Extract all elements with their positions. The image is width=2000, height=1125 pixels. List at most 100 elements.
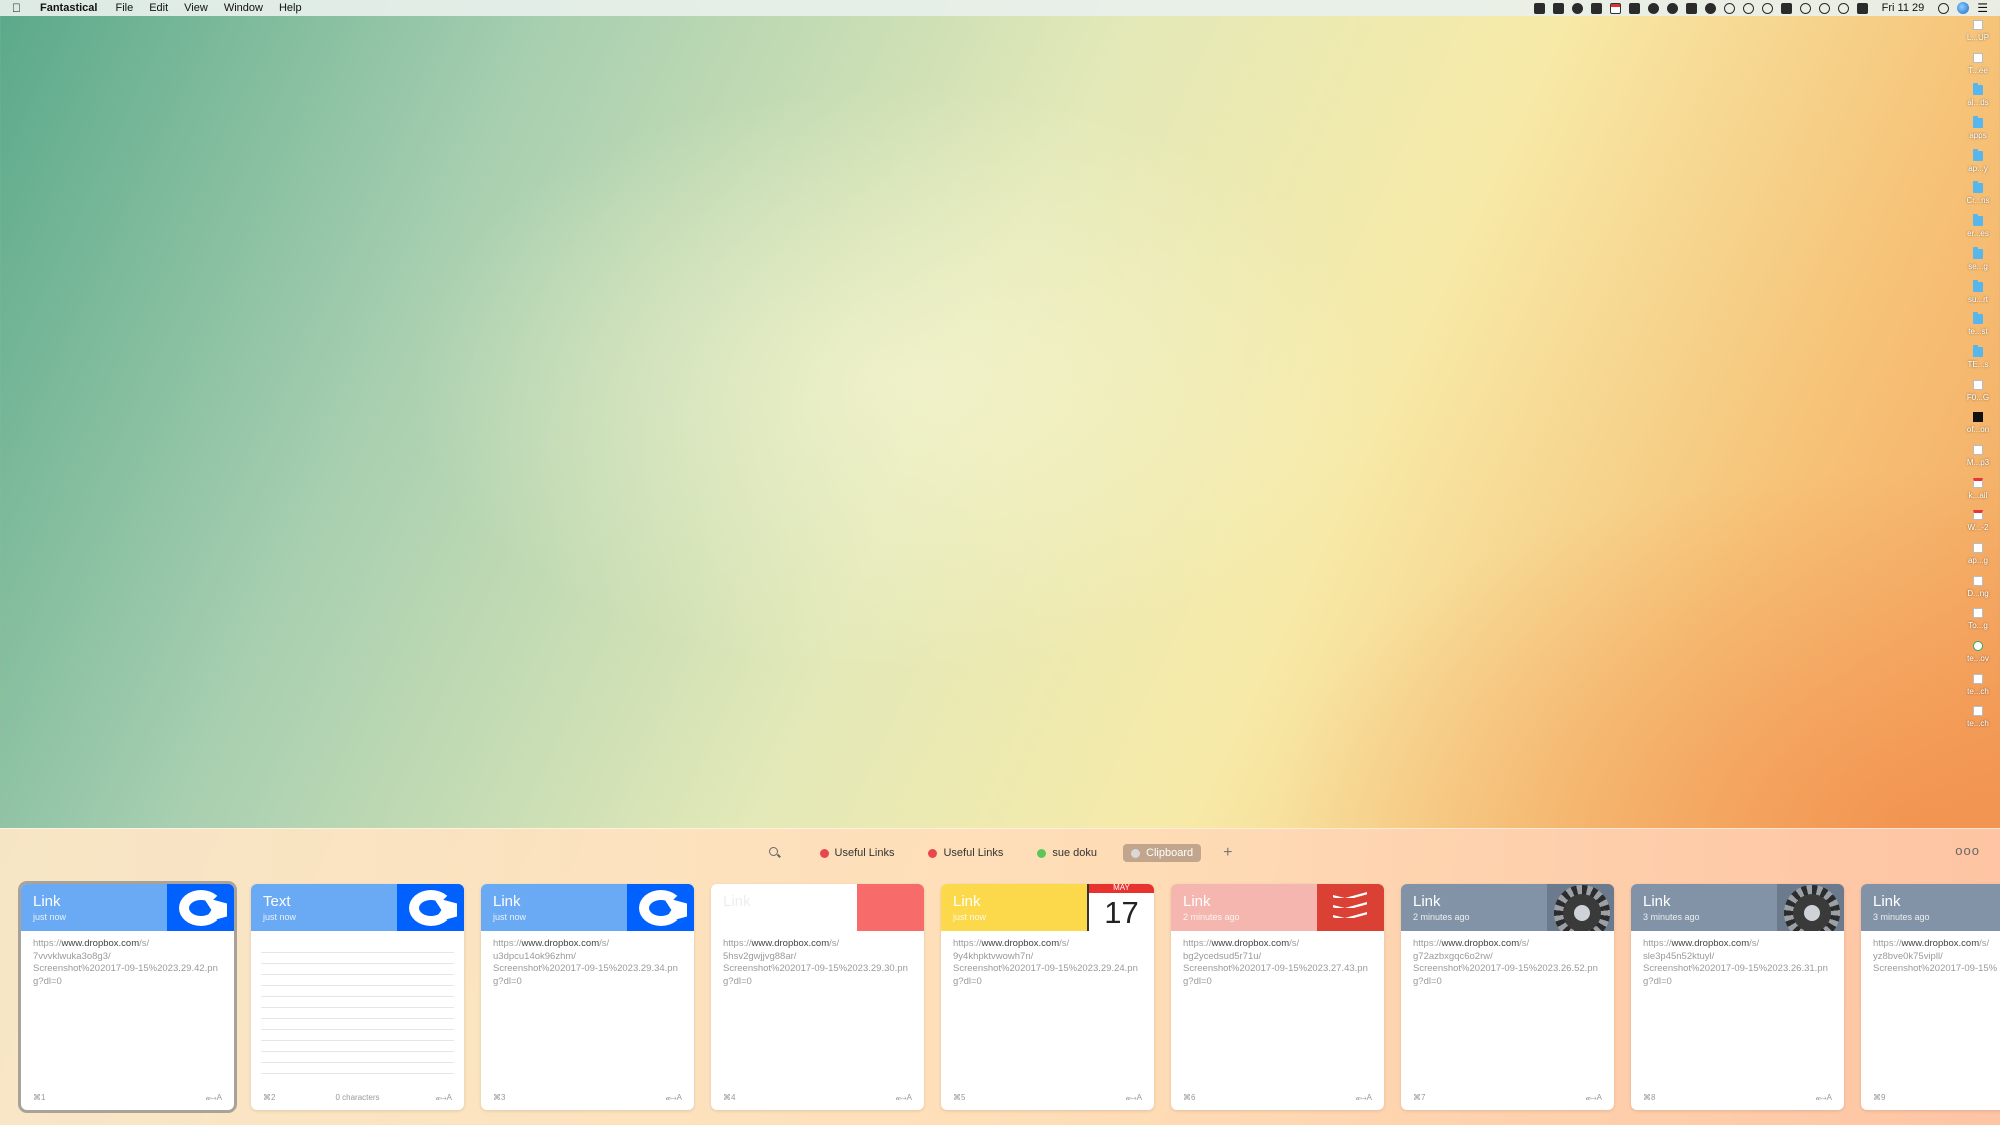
card-footer: ⌘4 𝒶↦A (723, 1093, 912, 1105)
notification-center-icon[interactable]: ☰ (1977, 2, 1988, 14)
screenshot-icon[interactable] (1628, 2, 1640, 14)
desktop-item[interactable]: ap...y (1968, 148, 1988, 182)
clip-card[interactable]: Link https://www.dropbox.com/s/ 5hsv2gwjj… (711, 884, 924, 1110)
bluetooth-icon[interactable] (1818, 2, 1830, 14)
paste-icon[interactable] (1685, 2, 1697, 14)
dropbox-icon[interactable] (1533, 2, 1545, 14)
desktop-item[interactable]: W...-2 (1968, 508, 1988, 541)
desktop-item[interactable]: er...es (1967, 214, 1989, 247)
desktop-item[interactable]: L...UP (1967, 18, 1989, 51)
desktop-item[interactable]: apps (1969, 116, 1987, 149)
paste-as-plain-text-icon[interactable]: 𝒶↦A (1816, 1093, 1832, 1103)
time-machine-icon[interactable] (1799, 2, 1811, 14)
clip-card[interactable]: Link just now https://www.dropbox.com/s/ u… (481, 884, 694, 1110)
desktop-item[interactable]: al...ds (1967, 83, 1989, 116)
card-url: https://www.dropbox.com/s/ g72azbxgqc6o2… (1413, 938, 1603, 988)
desktop-item[interactable]: se...g (1968, 246, 1988, 280)
pinboard-clipboard[interactable]: Clipboard (1123, 844, 1202, 862)
desktop-item[interactable]: k...ail (1969, 476, 1987, 509)
timer-icon[interactable] (1666, 2, 1678, 14)
desktop-item[interactable]: F0...G (1967, 378, 1989, 411)
desktop-item[interactable]: su...rt (1967, 279, 1988, 313)
card-shortcut: ⌘1 (33, 1093, 46, 1102)
desktop-item-label: su...rt (1967, 294, 1988, 304)
desktop-item[interactable]: T...ee (1968, 51, 1988, 84)
card-time: 3 minutes ago (1643, 912, 1700, 922)
gear-icon (1784, 885, 1840, 931)
pinboard-useful-links-2[interactable]: Useful Links (920, 844, 1011, 862)
app-menu[interactable]: Fantastical (40, 2, 97, 14)
clip-card[interactable]: Link 2 minutes ago https://www.dropbox.com… (1401, 884, 1614, 1110)
desktop-item[interactable]: To...g (1968, 606, 1988, 639)
search-icon[interactable] (768, 846, 782, 860)
bookmark-icon[interactable] (1590, 2, 1602, 14)
more-options-icon[interactable]: ooo (1955, 843, 1980, 858)
shield-icon[interactable] (1571, 2, 1583, 14)
url-domain: www.dropbox.com (1211, 938, 1290, 949)
desktop-item[interactable]: D...ng (1967, 574, 1989, 607)
calendar-app-icon: MAY 17 (1087, 884, 1154, 931)
clip-card[interactable]: Link just now MAY 17 https://www.dropbox.com… (941, 884, 1154, 1110)
app-icon[interactable] (1780, 2, 1792, 14)
add-pinboard-icon[interactable]: + (1223, 844, 1232, 862)
chat-icon[interactable] (1723, 2, 1735, 14)
flame-icon[interactable] (1647, 2, 1659, 14)
card-footer: ⌘2 0 characters 𝒶↦A (263, 1093, 452, 1105)
menu-view[interactable]: View (184, 2, 208, 14)
desktop-item-label: apps (1969, 131, 1987, 141)
desktop-item[interactable]: M...p3 (1967, 443, 1989, 476)
calendar-month: MAY (1089, 884, 1154, 893)
file-icon (1972, 641, 1983, 652)
pinboard-sue-doku[interactable]: sue doku (1029, 844, 1105, 862)
pinboard-bar: Useful Links Useful Links sue doku Clipb… (0, 843, 2000, 863)
paste-as-plain-text-icon[interactable]: 𝒶↦A (1126, 1093, 1142, 1103)
password-icon[interactable] (1761, 2, 1773, 14)
airplay-icon[interactable] (1856, 2, 1868, 14)
siri-icon[interactable] (1957, 2, 1970, 14)
wifi-icon[interactable] (1837, 2, 1849, 14)
dropbox-app-icon (167, 884, 234, 931)
desktop-item[interactable]: Cr...ns (1966, 181, 1990, 214)
apple-menu-icon[interactable]:  (12, 1, 30, 15)
url-scheme: https:// (723, 938, 752, 949)
paste-as-plain-text-icon[interactable]: 𝒶↦A (1586, 1093, 1602, 1103)
clip-card[interactable]: Text just now ⌘2 0 characters 𝒶↦A (251, 884, 464, 1110)
paste-as-plain-text-icon[interactable]: 𝒶↦A (896, 1093, 912, 1103)
desktop-item[interactable]: te...ov (1967, 639, 1989, 672)
clip-card[interactable]: Link 3 minutes ago https://www.dropbox.com… (1861, 884, 2000, 1110)
paste-as-plain-text-icon[interactable]: 𝒶↦A (436, 1093, 452, 1103)
desktop-item[interactable]: of...on (1967, 410, 1989, 443)
file-icon (1972, 706, 1983, 717)
desktop-item[interactable]: te...st (1968, 312, 1988, 345)
clip-card[interactable]: Link just now https://www.dropbox.com/s/ 7… (21, 884, 234, 1110)
pinboard-label: sue doku (1052, 847, 1098, 859)
paste-as-plain-text-icon[interactable]: 𝒶↦A (206, 1093, 222, 1103)
menu-help[interactable]: Help (279, 2, 302, 14)
card-footer: ⌘6 𝒶↦A (1183, 1093, 1372, 1105)
status-tray: Fri 11 29 ☰ (1533, 2, 1988, 14)
paste-as-plain-text-icon[interactable]: 𝒶↦A (1356, 1093, 1372, 1103)
desktop-item[interactable]: ap...g (1968, 541, 1988, 574)
menubar-clock[interactable]: Fri 11 29 (1882, 2, 1925, 14)
menu-window[interactable]: Window (224, 2, 263, 14)
pinboard-color-dot (928, 848, 938, 858)
desktop-item[interactable]: TE...s (1968, 344, 1988, 378)
desktop-item[interactable]: te...ch (1967, 672, 1989, 705)
gauge-icon[interactable] (1742, 2, 1754, 14)
pinboard-useful-links[interactable]: Useful Links (812, 844, 903, 862)
desktop-item[interactable]: te...ch (1967, 704, 1989, 737)
clip-card[interactable]: Link 2 minutes ago https://www.dropbox.com… (1171, 884, 1384, 1110)
card-type: Text (263, 893, 291, 910)
paste-as-plain-text-icon[interactable]: 𝒶↦A (666, 1093, 682, 1103)
spotlight-search-icon[interactable] (1938, 2, 1950, 14)
url-domain: www.dropbox.com (1901, 938, 1980, 949)
card-url: https://www.dropbox.com/s/ 7vvvklwuka3o8… (33, 938, 223, 988)
cloud-icon[interactable] (1704, 2, 1716, 14)
menu-file[interactable]: File (115, 2, 133, 14)
menu-edit[interactable]: Edit (149, 2, 168, 14)
desktop-item-label: of...on (1966, 425, 1990, 435)
notes-icon[interactable] (1552, 2, 1564, 14)
calendar-icon[interactable] (1609, 2, 1621, 14)
folder-icon (1972, 279, 1983, 292)
clip-card[interactable]: Link 3 minutes ago https://www.dropbox.com… (1631, 884, 1844, 1110)
